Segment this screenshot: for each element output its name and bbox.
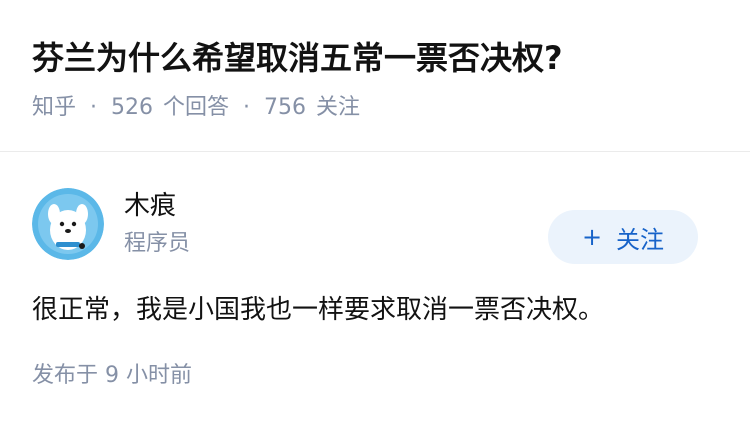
author-name[interactable]: 木痕 — [124, 188, 190, 224]
follow-label: 关注 — [616, 225, 665, 254]
answers-label[interactable]: 个回答 — [163, 92, 229, 124]
meta-separator: · — [243, 95, 251, 120]
follows-label: 关注 — [316, 95, 361, 120]
answer-content[interactable]: 很正常，我是小国我也一样要求取消一票否决权。 — [32, 290, 718, 330]
answers-count: 526 — [111, 95, 154, 120]
question-title[interactable]: 芬兰为什么希望取消五常一票否决权? — [32, 34, 718, 82]
question-meta: 知乎 · 526 个回答 · 756 关注 — [32, 92, 718, 124]
source-label[interactable]: 知乎 — [32, 92, 76, 124]
avatar[interactable] — [32, 188, 104, 260]
question-header: 芬兰为什么希望取消五常一票否决权? 知乎 · 526 个回答 · 756 关注 — [0, 0, 750, 152]
plus-icon: + — [581, 223, 603, 251]
meta-separator: · — [90, 95, 98, 120]
author-info: 木痕 程序员 — [124, 188, 190, 260]
answer-card: 木痕 程序员 + 关注 很正常，我是小国我也一样要求取消一票否决权。 发布于 9… — [0, 152, 750, 392]
follows-count: 756 — [264, 95, 307, 120]
cartoon-dog-avatar-icon — [32, 188, 104, 260]
answer-time: 发布于 9 小时前 — [32, 363, 192, 388]
author-bio: 程序员 — [124, 231, 191, 256]
follow-button[interactable]: + 关注 — [548, 210, 698, 264]
